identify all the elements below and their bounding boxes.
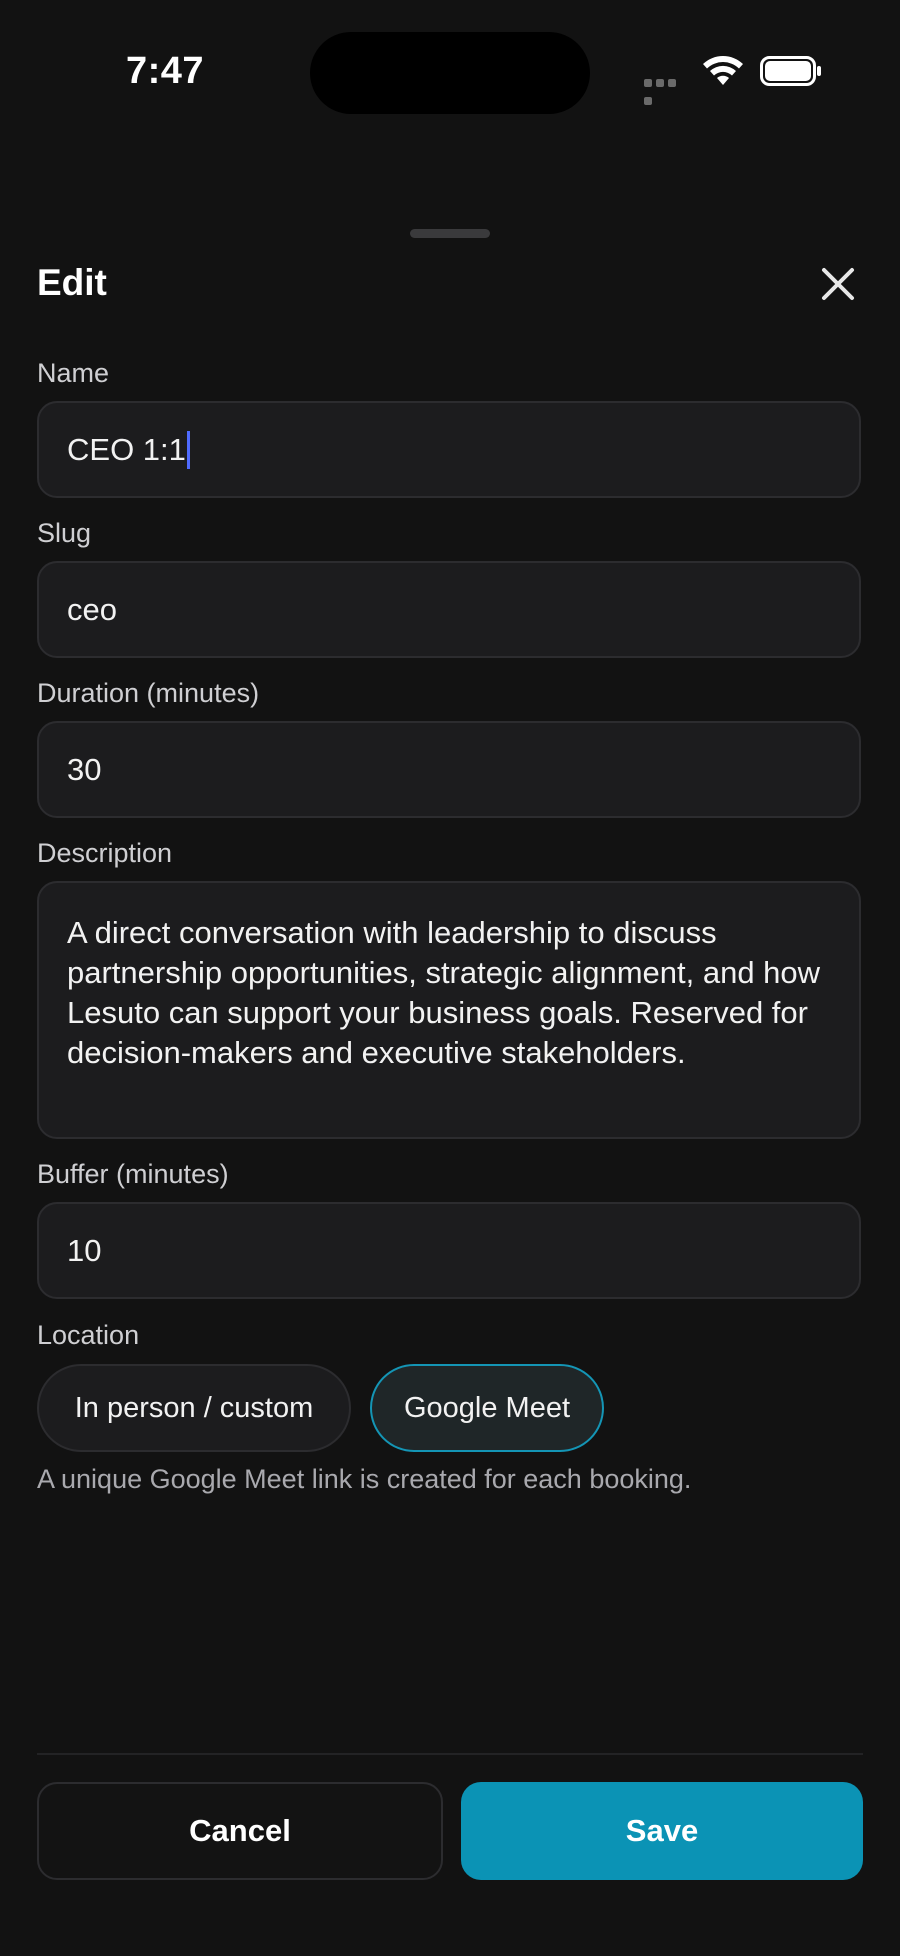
- status-time: 7:47: [126, 50, 205, 92]
- name-value: CEO 1:1: [67, 431, 186, 467]
- sheet-grabber[interactable]: [410, 229, 490, 238]
- description-label: Description: [37, 838, 173, 868]
- name-input[interactable]: CEO 1:1: [37, 401, 861, 498]
- description-textarea[interactable]: A direct conversation with leadership to…: [37, 881, 861, 1139]
- save-button[interactable]: Save: [461, 1782, 863, 1880]
- cancel-button[interactable]: Cancel: [37, 1782, 443, 1880]
- location-option-google-meet[interactable]: Google Meet: [370, 1364, 604, 1452]
- sheet-title: Edit: [37, 262, 107, 303]
- battery-icon: [760, 56, 821, 86]
- wifi-icon: [703, 56, 743, 85]
- close-icon[interactable]: [818, 264, 858, 304]
- name-label: Name: [37, 358, 110, 388]
- duration-label: Duration (minutes): [37, 678, 260, 708]
- location-option-label: In person / custom: [74, 1391, 314, 1424]
- cellular-signal-icon: [644, 79, 690, 105]
- text-caret: [186, 430, 190, 469]
- footer-divider: [37, 1753, 863, 1755]
- buffer-value: 10: [67, 1232, 102, 1268]
- slug-input[interactable]: ceo: [37, 561, 861, 658]
- location-option-in-person[interactable]: In person / custom: [37, 1364, 351, 1452]
- location-label: Location: [37, 1320, 140, 1350]
- dynamic-island: [310, 32, 590, 114]
- cancel-button-label: Cancel: [189, 1813, 291, 1848]
- location-option-label: Google Meet: [403, 1391, 571, 1424]
- duration-value: 30: [67, 751, 102, 787]
- buffer-label: Buffer (minutes): [37, 1159, 229, 1189]
- buffer-input[interactable]: 10: [37, 1202, 861, 1299]
- slug-label: Slug: [37, 518, 92, 548]
- location-helper-text: A unique Google Meet link is created for…: [37, 1464, 692, 1494]
- save-button-label: Save: [625, 1813, 699, 1848]
- slug-value: ceo: [67, 591, 117, 627]
- description-value: A direct conversation with leadership to…: [67, 915, 821, 1070]
- duration-input[interactable]: 30: [37, 721, 861, 818]
- status-bar: 7:47: [0, 0, 900, 140]
